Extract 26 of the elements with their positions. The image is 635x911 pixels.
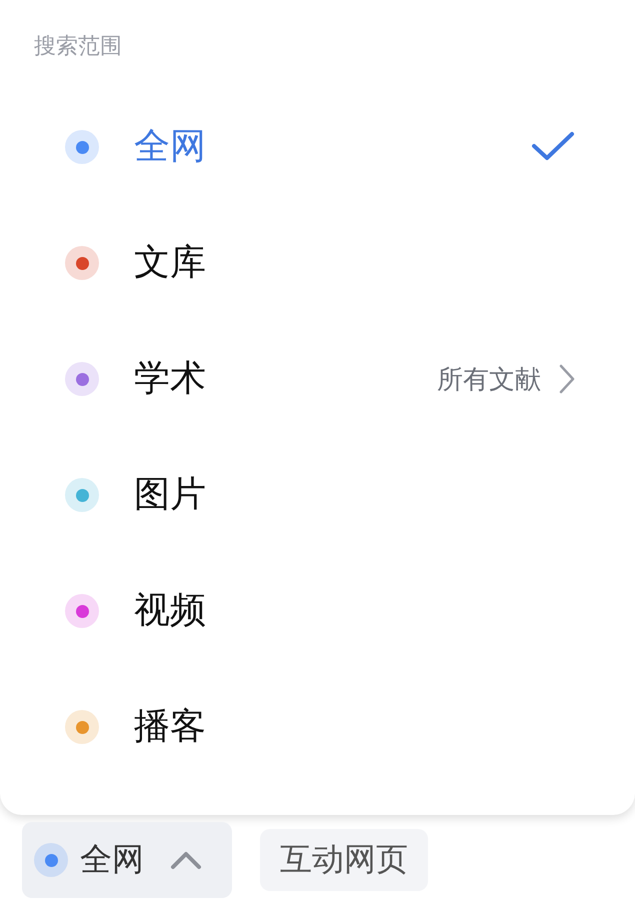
- chip-button[interactable]: 互动网页: [260, 829, 428, 891]
- menu-item[interactable]: 全网: [0, 89, 635, 205]
- item-label: 全网: [134, 125, 206, 169]
- dot-icon: [65, 246, 99, 280]
- menu-item[interactable]: 学术 所有文献: [0, 321, 635, 437]
- dot-icon: [34, 843, 68, 877]
- item-label: 视频: [134, 589, 206, 633]
- caret-up-icon: [170, 850, 202, 870]
- dot-icon: [65, 710, 99, 744]
- menu-item[interactable]: 播客: [0, 669, 635, 785]
- item-label: 学术: [134, 357, 206, 401]
- menu-item[interactable]: 文库: [0, 205, 635, 321]
- item-label: 图片: [134, 473, 206, 517]
- menu-title: 搜索范围: [34, 33, 122, 61]
- dot-icon: [65, 594, 99, 628]
- checkmark-icon: [531, 131, 575, 163]
- chevron-right-icon: [559, 364, 575, 394]
- menu-item[interactable]: 图片: [0, 437, 635, 553]
- dot-icon: [65, 478, 99, 512]
- scope-dropdown[interactable]: 全网: [22, 822, 232, 898]
- item-label: 播客: [134, 705, 206, 749]
- menu-item[interactable]: 视频: [0, 553, 635, 669]
- dot-icon: [65, 130, 99, 164]
- item-label: 文库: [134, 241, 206, 285]
- dot-icon: [65, 362, 99, 396]
- item-detail: 所有文献: [437, 364, 541, 396]
